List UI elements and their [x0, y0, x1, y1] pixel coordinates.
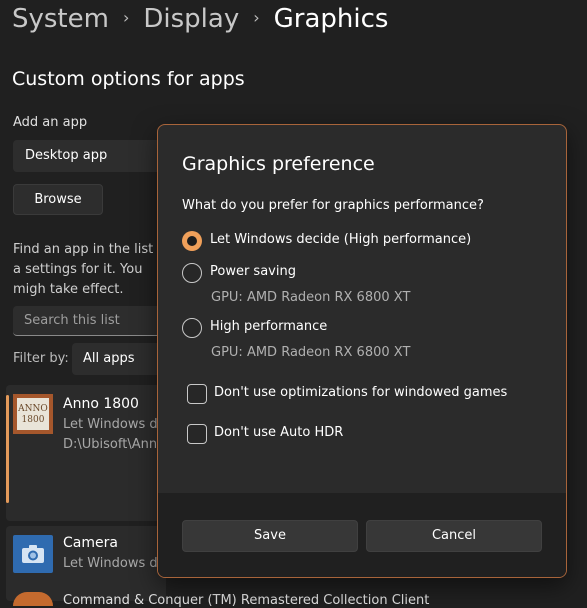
app-type-dropdown[interactable]: Desktop app — [13, 140, 173, 172]
section-title: Custom options for apps — [12, 68, 245, 90]
anno-icon: ANNO 1800 — [13, 394, 53, 434]
selection-indicator — [6, 395, 9, 503]
radio-high-performance[interactable] — [182, 318, 202, 338]
gpu-label: GPU: AMD Radeon RX 6800 XT — [211, 290, 411, 305]
graphics-preference-dialog: Graphics preference What do you prefer f… — [157, 124, 567, 578]
app-subtitle: Let Windows de — [63, 417, 166, 432]
radio-power-saving[interactable] — [182, 263, 202, 283]
save-button[interactable]: Save — [182, 520, 358, 552]
checkbox-auto-hdr[interactable] — [187, 424, 207, 444]
dialog-question: What do you prefer for graphics performa… — [182, 198, 484, 213]
browse-button[interactable]: Browse — [13, 184, 103, 215]
camera-glyph — [22, 545, 44, 563]
app-subtitle: Let Windows de — [63, 556, 166, 571]
camera-icon — [13, 535, 53, 573]
radio-let-windows-decide[interactable] — [182, 231, 202, 251]
option-label[interactable]: Let Windows decide (High performance) — [210, 232, 471, 247]
app-name: Camera — [63, 535, 118, 551]
anno-icon-text: ANNO 1800 — [17, 398, 49, 430]
cancel-button[interactable]: Cancel — [366, 520, 542, 552]
breadcrumb: System › Display › Graphics — [12, 4, 388, 34]
checkbox-label[interactable]: Don't use optimizations for windowed gam… — [214, 385, 507, 400]
chevron-right-icon: › — [122, 7, 130, 27]
search-input[interactable]: Search this list — [13, 306, 173, 336]
app-path: D:\Ubisoft\Anno — [63, 437, 166, 452]
find-app-description: Find an app in the list a settings for i… — [13, 242, 154, 297]
game-icon — [13, 592, 53, 606]
checkbox-label[interactable]: Don't use Auto HDR — [214, 425, 343, 440]
chevron-right-icon: › — [253, 7, 260, 27]
checkbox-windowed-optimizations[interactable] — [187, 384, 207, 404]
breadcrumb-graphics: Graphics — [273, 4, 389, 34]
gpu-label: GPU: AMD Radeon RX 6800 XT — [211, 345, 411, 360]
breadcrumb-system[interactable]: System — [12, 4, 109, 34]
option-label[interactable]: Power saving — [210, 264, 296, 279]
dialog-title: Graphics preference — [182, 153, 375, 175]
option-label[interactable]: High performance — [210, 319, 327, 334]
breadcrumb-display[interactable]: Display — [143, 4, 239, 34]
add-app-label: Add an app — [13, 115, 88, 130]
filter-label: Filter by: — [13, 351, 69, 366]
app-name: Anno 1800 — [63, 396, 139, 412]
